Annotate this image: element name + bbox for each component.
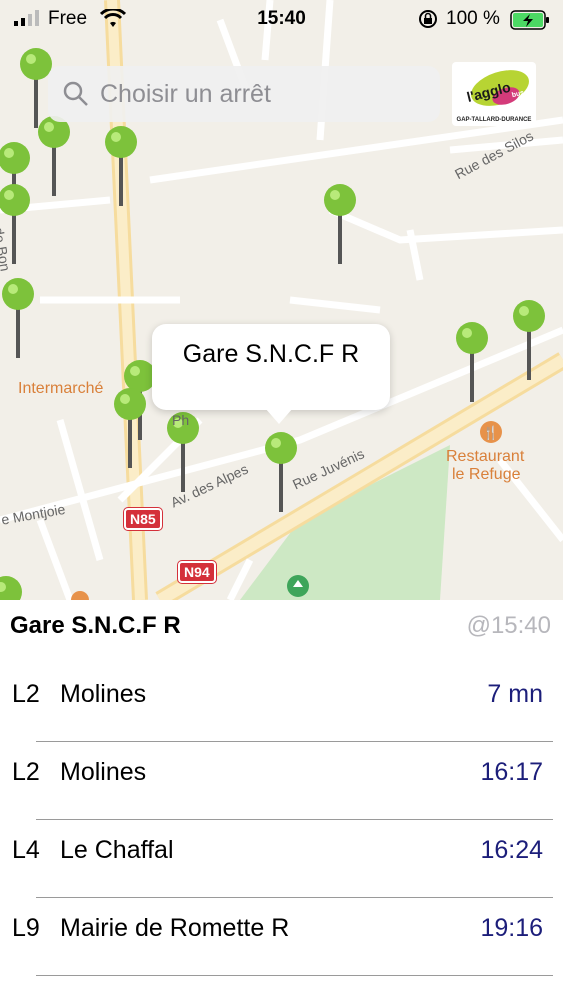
departure-line: L2 bbox=[12, 680, 40, 708]
departure-time: 7 mn bbox=[487, 680, 543, 708]
departure-row[interactable]: L2 Molines 7 mn bbox=[0, 664, 563, 742]
battery-percentage: 100 % bbox=[446, 8, 500, 29]
map-label-restaurant-line1: Restaurant bbox=[446, 448, 525, 465]
search-icon bbox=[63, 81, 88, 106]
search-placeholder: Choisir un arrêt bbox=[100, 80, 271, 108]
departure-time: 19:16 bbox=[480, 914, 543, 942]
bus-stop-pin[interactable] bbox=[110, 386, 150, 476]
bus-stop-pin[interactable] bbox=[101, 124, 141, 214]
departures-panel: Gare S.N.C.F R @15:40 L2 Molines 7 mn L2… bbox=[0, 600, 563, 1000]
logo-tagline: GAP-TALLARD-DURANCE bbox=[456, 117, 532, 123]
agglo-bus-logo: l'agglo bus GAP-TALLARD-DURANCE bbox=[452, 62, 536, 126]
departure-row[interactable]: L2 Molines 16:17 bbox=[0, 742, 563, 820]
panel-updated-time: @15:40 bbox=[466, 612, 551, 639]
orientation-lock-icon bbox=[419, 10, 437, 28]
bus-stop-pin[interactable] bbox=[509, 298, 549, 388]
bus-stop-pin[interactable] bbox=[452, 320, 492, 410]
panel-stop-name: Gare S.N.C.F R bbox=[10, 612, 181, 639]
map-label-ph: Ph bbox=[172, 412, 190, 428]
battery-charging-icon bbox=[510, 10, 549, 30]
stop-search-bar[interactable]: Choisir un arrêt bbox=[48, 66, 440, 122]
departure-destination: Mairie de Romette R bbox=[60, 914, 290, 942]
departure-destination: Le Chaffal bbox=[60, 836, 174, 864]
svg-text:🍴: 🍴 bbox=[483, 425, 499, 441]
departure-time: 16:17 bbox=[480, 758, 543, 786]
bus-stop-pin[interactable] bbox=[34, 114, 74, 204]
stop-callout[interactable]: Gare S.N.C.F R bbox=[152, 324, 390, 410]
map-label-restaurant-line2: le Refuge bbox=[452, 466, 521, 483]
bus-stop-pin[interactable] bbox=[0, 276, 38, 366]
departure-line: L4 bbox=[12, 836, 40, 864]
bus-stop-pin[interactable] bbox=[0, 574, 26, 600]
departure-destination: Molines bbox=[60, 680, 147, 708]
map-label-intermarche: Intermarché bbox=[18, 380, 104, 397]
departure-row[interactable]: L4 Le Chaffal 16:24 bbox=[0, 820, 563, 898]
departure-row[interactable]: L9 Mairie de Romette R 19:16 bbox=[0, 898, 563, 976]
callout-tail bbox=[265, 408, 293, 424]
row-divider bbox=[36, 975, 553, 976]
callout-stop-name: Gare S.N.C.F R bbox=[182, 340, 360, 368]
status-bar: Free 15:40 100 % bbox=[0, 0, 563, 38]
agglo-bus-logo-mark: l'agglo bus bbox=[465, 70, 529, 106]
departure-destination: Molines bbox=[60, 758, 147, 786]
departure-time: 16:24 bbox=[480, 836, 543, 864]
departure-line: L2 bbox=[12, 758, 40, 786]
bus-stop-pin[interactable] bbox=[320, 182, 360, 272]
route-badge-n85: N85 bbox=[124, 508, 162, 530]
route-badge-n94: N94 bbox=[178, 561, 216, 583]
departure-line: L9 bbox=[12, 914, 40, 942]
